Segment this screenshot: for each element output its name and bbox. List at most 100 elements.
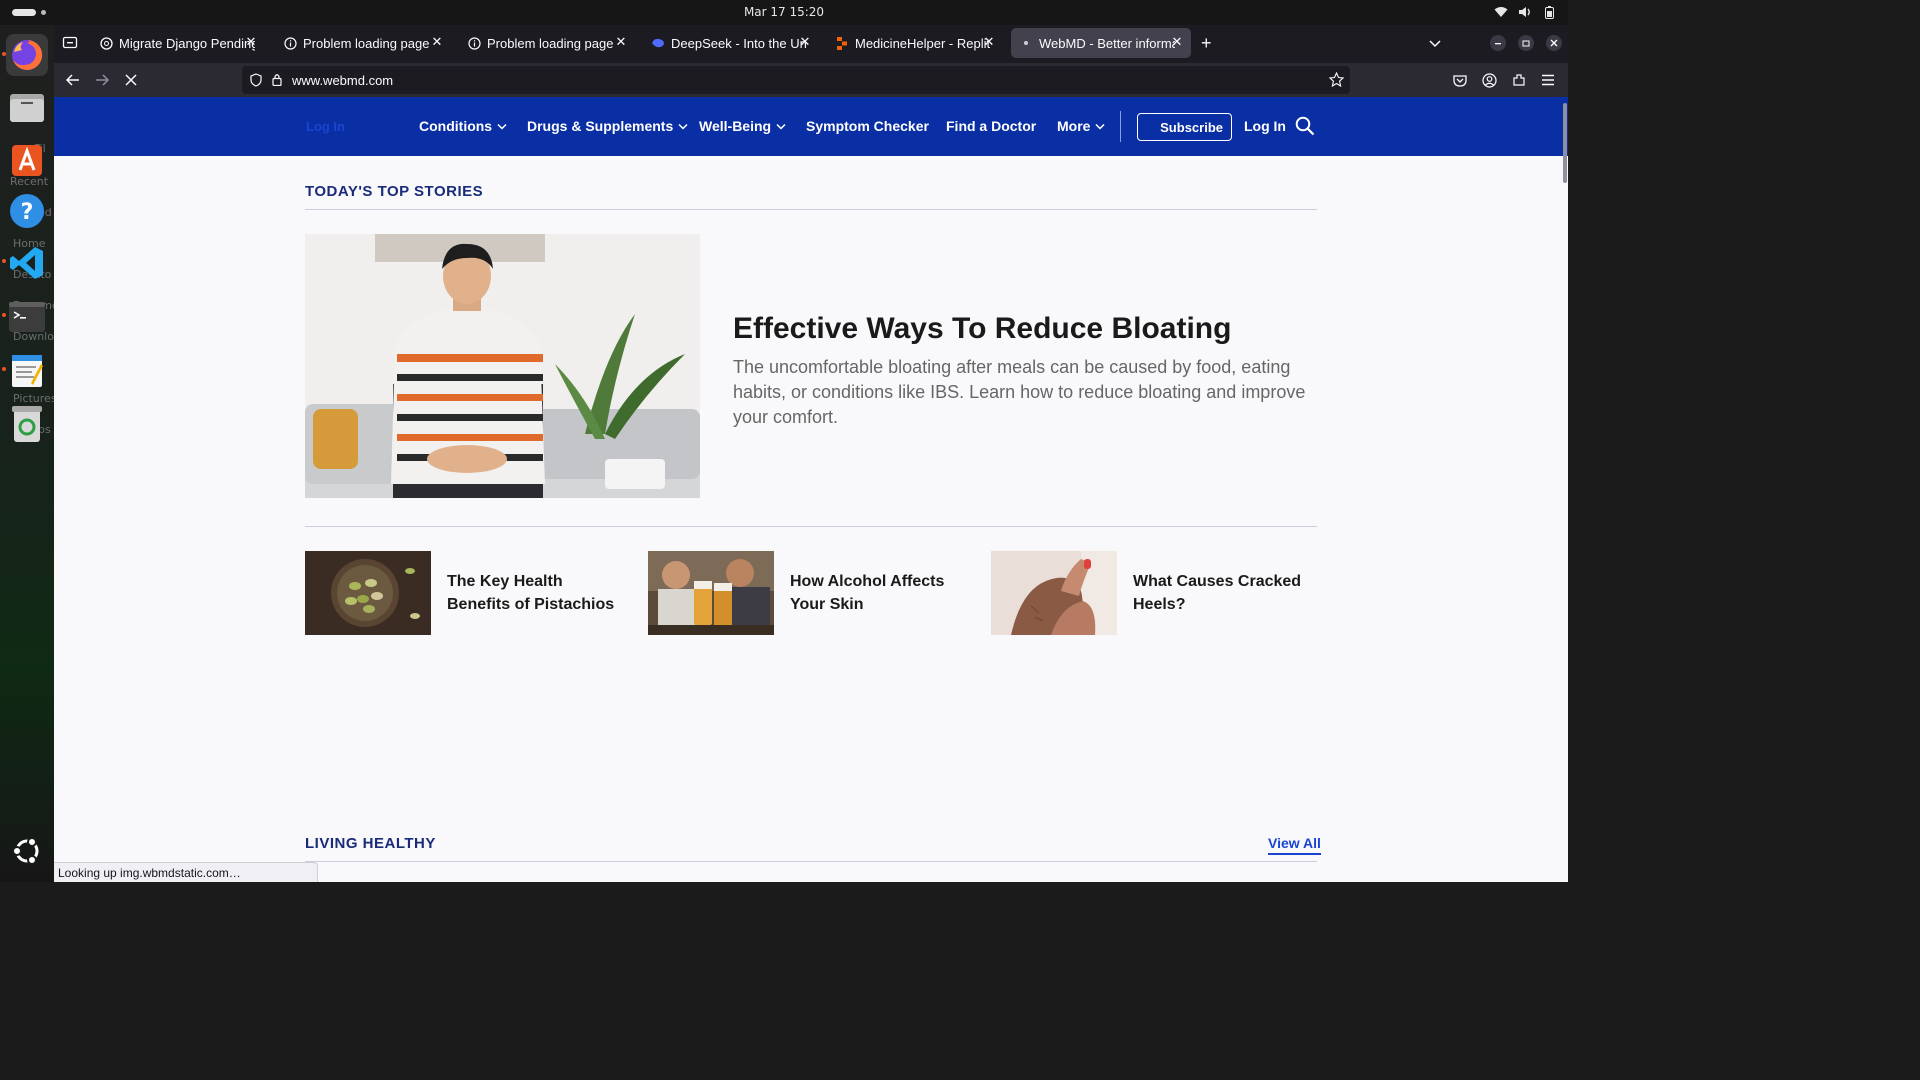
restore-window-icon[interactable] [1518, 35, 1534, 51]
section-divider [305, 209, 1317, 210]
battery-icon [1542, 5, 1556, 19]
address-input[interactable] [292, 71, 1192, 89]
chevron-down-icon [776, 123, 786, 130]
tab-strip: Migrate Django Pending M ✕ Problem loadi… [54, 25, 1568, 63]
folder-icon [10, 94, 44, 122]
view-all-link[interactable]: View All [1268, 835, 1321, 855]
forward-arrow-icon[interactable] [89, 68, 115, 92]
back-arrow-icon[interactable] [60, 68, 86, 92]
ubuntu-dock: Fil Recent ed Home Deskto Docume Downlo … [0, 25, 54, 882]
tab-overview-icon[interactable] [62, 34, 78, 55]
tab-label: WebMD - Better informat [1039, 35, 1175, 51]
section-divider [305, 526, 1317, 527]
close-tab-icon[interactable]: ✕ [1169, 34, 1185, 50]
story-card[interactable]: What Causes Cracked Heels? [991, 551, 1311, 635]
hero-headline[interactable]: Effective Ways To Reduce Bloating [733, 312, 1231, 346]
replit-icon [835, 36, 849, 50]
pocket-icon[interactable] [1447, 68, 1473, 92]
nav-conditions[interactable]: Conditions [419, 118, 507, 134]
tracking-shield-icon[interactable] [250, 73, 262, 90]
subscribe-button[interactable]: Subscribe [1137, 113, 1232, 141]
story-card[interactable]: The Key Health Benefits of Pistachios [305, 551, 625, 635]
trash-launcher[interactable] [6, 403, 48, 445]
hero-image-bloating[interactable] [305, 234, 700, 498]
webmd-logo-link[interactable]: Log In [306, 119, 345, 134]
nav-well-being[interactable]: Well-Being [699, 118, 786, 134]
help-launcher[interactable]: ? [6, 190, 48, 232]
tab-label: Migrate Django Pending M [119, 35, 255, 51]
close-window-icon[interactable] [1546, 35, 1562, 51]
top-stories-heading: TODAY'S TOP STORIES [305, 183, 484, 200]
tab-problem-loading-1[interactable]: Problem loading page ✕ [275, 28, 451, 58]
close-tab-icon[interactable]: ✕ [243, 34, 259, 50]
story-title[interactable]: How Alcohol Affects Your Skin [790, 570, 968, 616]
nav-label: Drugs & Supplements [527, 118, 674, 134]
chevron-down-icon [497, 123, 507, 130]
story-thumbnail-alcohol[interactable] [648, 551, 774, 635]
bookmark-star-icon[interactable] [1328, 71, 1345, 90]
tab-label: Problem loading page [487, 35, 614, 51]
chevron-down-icon [1095, 123, 1105, 130]
close-tab-icon[interactable]: ✕ [797, 34, 813, 50]
hero-description: The uncomfortable bloating after meals c… [733, 357, 1306, 427]
firefox-launcher[interactable] [6, 34, 48, 76]
close-tab-icon[interactable]: ✕ [429, 34, 445, 50]
app-center-icon [12, 145, 42, 176]
status-bar: Looking up img.wbmdstatic.com… [54, 862, 318, 882]
story-card[interactable]: How Alcohol Affects Your Skin [648, 551, 968, 635]
extensions-icon[interactable] [1506, 68, 1532, 92]
nav-label: More [1057, 118, 1091, 134]
svg-text:?: ? [21, 200, 34, 225]
lock-icon[interactable] [272, 73, 282, 89]
story-thumbnail-pistachios[interactable] [305, 551, 431, 635]
close-tab-icon[interactable]: ✕ [981, 34, 997, 50]
close-tab-icon[interactable]: ✕ [613, 34, 629, 50]
show-apps-button[interactable] [6, 830, 48, 872]
terminal-launcher[interactable] [6, 296, 48, 338]
story-thumbnail-cracked-heels[interactable] [991, 551, 1117, 635]
nav-more[interactable]: More [1057, 118, 1105, 134]
webpage-content: Log In Conditions Drugs & Supplements We… [54, 97, 1568, 882]
system-clock[interactable]: Mar 17 15:20 [0, 5, 1568, 19]
page-scrollbar[interactable] [1563, 103, 1567, 183]
deepseek-icon [651, 36, 665, 50]
url-bar[interactable] [242, 66, 1350, 94]
trash-icon [12, 406, 42, 442]
nav-find-a-doctor[interactable]: Find a Doctor [946, 118, 1036, 134]
nav-drugs-supplements[interactable]: Drugs & Supplements [527, 118, 688, 134]
firefox-icon [12, 39, 43, 70]
chevron-down-icon [678, 123, 688, 130]
files-launcher[interactable] [6, 86, 48, 128]
help-icon: ? [10, 194, 44, 228]
stop-loading-icon[interactable] [118, 68, 144, 92]
story-title[interactable]: The Key Health Benefits of Pistachios [447, 570, 625, 616]
story-title[interactable]: What Causes Cracked Heels? [1133, 570, 1311, 616]
nav-divider [1120, 111, 1121, 142]
nav-label: Conditions [419, 118, 493, 134]
tab-webmd[interactable]: WebMD - Better informat ✕ [1011, 28, 1191, 58]
list-tabs-chevron-icon[interactable] [1428, 35, 1442, 53]
firefox-window: Migrate Django Pending M ✕ Problem loadi… [54, 25, 1568, 882]
nav-symptom-checker[interactable]: Symptom Checker [806, 118, 929, 134]
navigation-toolbar [54, 63, 1568, 97]
app-center-launcher[interactable] [6, 138, 48, 180]
minimize-window-icon[interactable] [1490, 35, 1506, 51]
tab-label: MedicineHelper - Replit [855, 35, 991, 51]
system-tray[interactable] [1494, 5, 1556, 19]
tab-problem-loading-2[interactable]: Problem loading page ✕ [459, 28, 635, 58]
system-top-bar: Mar 17 15:20 [0, 0, 1568, 25]
new-tab-plus-icon[interactable]: + [1201, 34, 1212, 52]
search-icon[interactable] [1295, 116, 1315, 141]
login-link[interactable]: Log In [1244, 118, 1286, 134]
wifi-icon [1494, 5, 1508, 19]
tab-medicinehelper-replit[interactable]: MedicineHelper - Replit ✕ [827, 28, 1003, 58]
vscode-launcher[interactable] [6, 242, 48, 284]
volume-icon [1518, 5, 1532, 19]
text-editor-launcher[interactable] [6, 349, 48, 391]
tab-migrate-django[interactable]: Migrate Django Pending M ✕ [91, 28, 265, 58]
info-icon [467, 36, 481, 50]
hamburger-menu-icon[interactable] [1535, 68, 1561, 92]
tab-deepseek[interactable]: DeepSeek - Into the Unkn ✕ [643, 28, 819, 58]
account-icon[interactable] [1476, 68, 1502, 92]
tab-label: DeepSeek - Into the Unkn [671, 35, 807, 51]
